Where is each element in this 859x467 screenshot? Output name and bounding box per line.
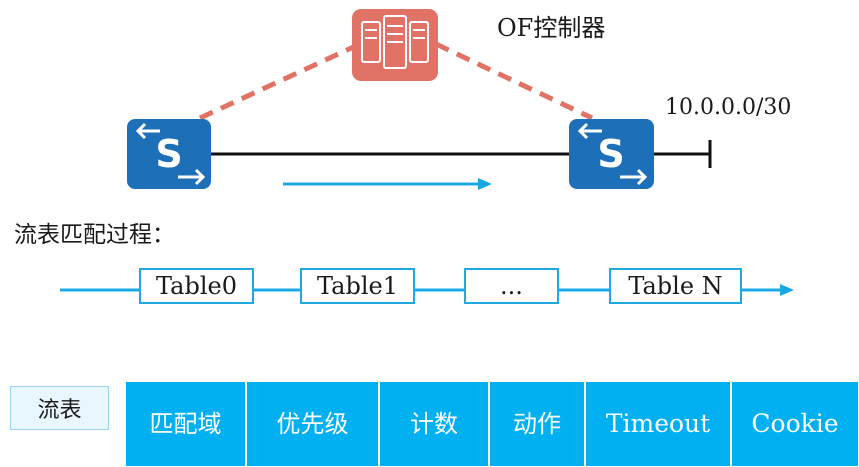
- flow-table-fields: 匹配域 优先级 计数 动作 Timeout Cookie: [126, 382, 858, 466]
- field-action: 动作: [490, 382, 586, 466]
- table-box: Table N: [609, 268, 742, 304]
- field-match: 匹配域: [126, 382, 247, 466]
- svg-text:S: S: [597, 132, 624, 176]
- field-priority: 优先级: [247, 382, 380, 466]
- table-box: Table1: [300, 268, 415, 304]
- field-cookie: Cookie: [751, 409, 839, 438]
- field-counter: 计数: [380, 382, 490, 466]
- switch-icon: S: [127, 119, 211, 189]
- flow-table-label: 流表: [10, 386, 109, 430]
- prefix-label: 10.0.0.0/30: [665, 95, 792, 120]
- server-icon: [352, 9, 438, 81]
- field-timeout: Timeout: [586, 382, 732, 466]
- control-link-left: [198, 41, 362, 121]
- table-box: Table0: [139, 268, 254, 304]
- control-link-right: [434, 41, 594, 121]
- controller-label: OF控制器: [497, 14, 606, 42]
- traffic-direction-arrow: [283, 178, 492, 190]
- switch-icon: S: [569, 119, 654, 189]
- svg-text:S: S: [155, 132, 182, 176]
- table-box: ...: [464, 268, 559, 304]
- process-title: 流表匹配过程：: [14, 222, 175, 248]
